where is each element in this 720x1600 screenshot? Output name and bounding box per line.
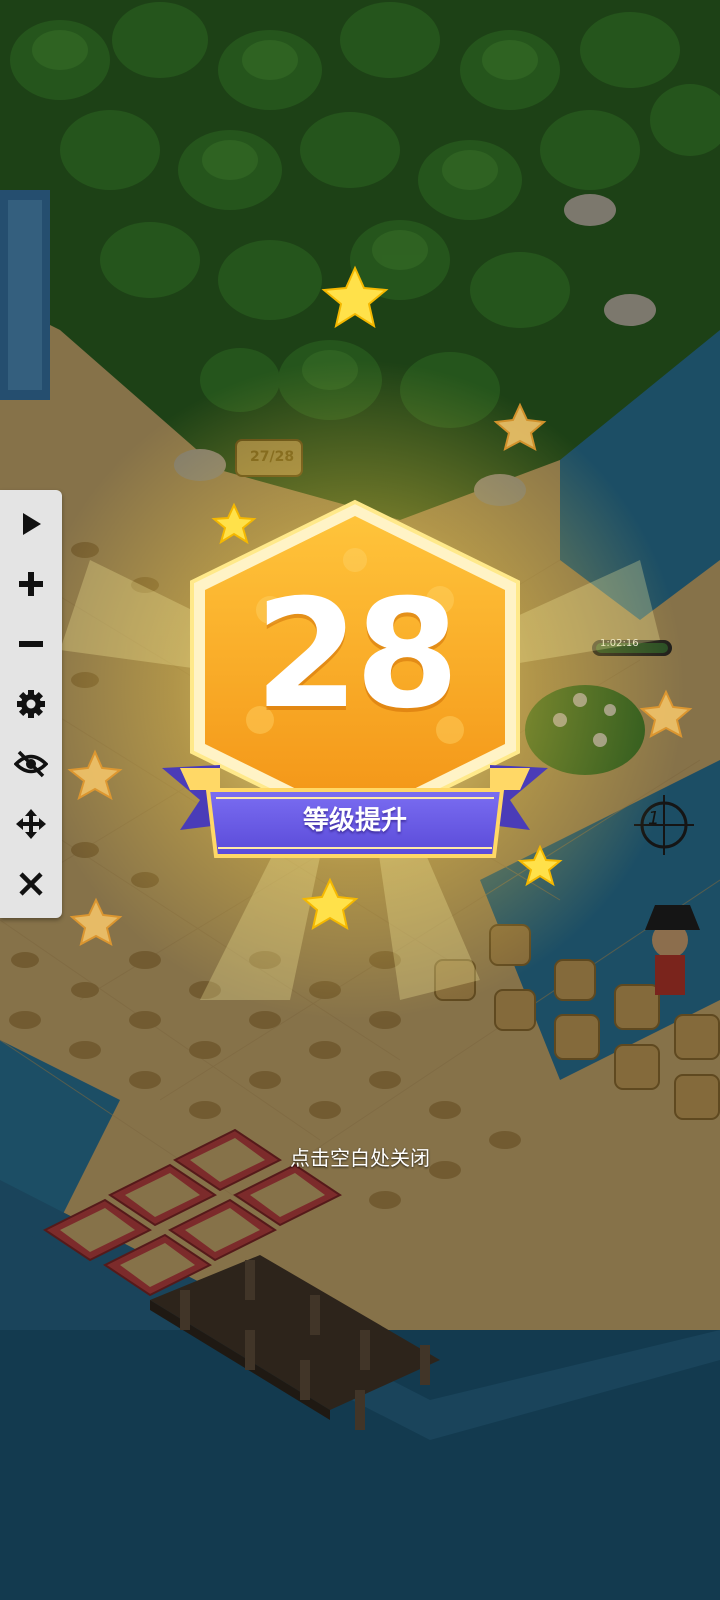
minus-icon (19, 641, 43, 647)
level-up-badge: 28 等级提升 (150, 490, 560, 890)
settings-button[interactable] (7, 680, 55, 728)
play-icon (23, 513, 41, 535)
tap-to-close-hint: 点击空白处关闭 (290, 1146, 430, 1170)
plot-counter: 27/28 (250, 449, 295, 465)
floating-toolbar (0, 490, 62, 918)
crosshair-number: 1 (648, 808, 660, 829)
level-number: 28 (254, 568, 460, 742)
game-screen[interactable]: 27/28 1:02:16 1 28 等级提升 点击空白处关闭 (0, 0, 720, 1600)
level-up-label: 等级提升 (302, 806, 407, 836)
move-button[interactable] (7, 800, 55, 848)
move-icon (16, 809, 46, 839)
gear-icon (17, 690, 45, 718)
zoom-in-button[interactable] (7, 560, 55, 608)
hide-button[interactable] (7, 740, 55, 788)
eye-slash-icon (14, 750, 48, 778)
close-button[interactable] (7, 860, 55, 908)
close-icon (19, 872, 43, 896)
plus-icon (19, 572, 43, 596)
timer-label: 1:02:16 (600, 638, 639, 649)
play-button[interactable] (7, 500, 55, 548)
zoom-out-button[interactable] (7, 620, 55, 668)
